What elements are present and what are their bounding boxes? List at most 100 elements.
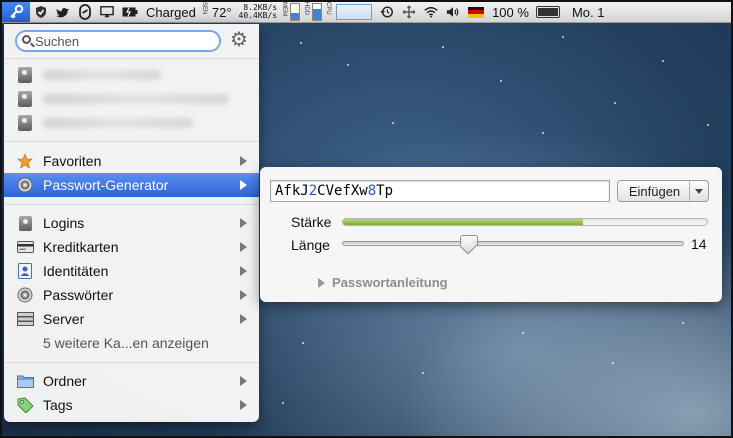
memory-label: MEM: [281, 2, 288, 16]
search-icon: [22, 35, 31, 44]
password-guide-label: Passwortanleitung: [332, 275, 448, 290]
password-digit: 8: [367, 183, 377, 199]
submenu-arrow-icon: [240, 266, 247, 276]
chevron-down-icon: [695, 188, 703, 194]
password-generator-panel: AfkJ 2 CVefXw 8 Tp Einfügen Stärke Länge 14 …: [260, 167, 722, 302]
menu-item-tags[interactable]: Tags: [4, 393, 259, 417]
disk-meter[interactable]: [312, 3, 323, 21]
menu-item-label: Passwort-Generator: [43, 177, 169, 193]
folder-icon: [16, 372, 34, 390]
menu-item-label: Identitäten: [43, 263, 109, 279]
app-status-icon[interactable]: [74, 2, 96, 22]
cpu-graph[interactable]: [336, 4, 373, 20]
bluetooth-move-icon[interactable]: [398, 2, 420, 22]
submenu-arrow-icon: [240, 242, 247, 252]
login-item-icon: [18, 115, 32, 131]
menu-item-label: 5 weitere Ka...en anzeigen: [43, 335, 209, 351]
sensor-label: SEN: [200, 2, 207, 15]
menu-item-label: Server: [43, 311, 85, 327]
menu-item-more-categories[interactable]: 5 weitere Ka...en anzeigen: [4, 331, 259, 355]
menu-item-logins[interactable]: Logins: [4, 211, 259, 235]
password-letters: Tp: [376, 183, 394, 199]
twitter-bird-icon[interactable]: [52, 2, 74, 22]
menu-item-servers[interactable]: Server: [4, 307, 259, 331]
memory-meter[interactable]: [290, 3, 301, 21]
menu-item-password-generator[interactable]: Passwort-Generator: [4, 173, 259, 197]
length-slider-thumb[interactable]: [459, 235, 478, 251]
battery-charge-icon[interactable]: [118, 2, 142, 22]
password-letters: CVefXw: [317, 183, 368, 199]
tag-icon: [16, 396, 34, 414]
checkmark-shield-icon[interactable]: [30, 2, 52, 22]
volume-icon[interactable]: [442, 2, 464, 22]
battery-percent[interactable]: 100 %: [488, 2, 533, 22]
clock[interactable]: Mo. 1: [560, 2, 609, 22]
hdd-label: HDD: [303, 2, 310, 15]
disclosure-triangle-icon: [318, 277, 325, 288]
password-dial-icon: [16, 286, 34, 304]
submenu-arrow-icon: [240, 218, 247, 228]
menu-item-folders[interactable]: Ordner: [4, 369, 259, 393]
submenu-arrow-icon: [240, 376, 247, 386]
submenu-arrow-icon: [240, 400, 247, 410]
network-speed[interactable]: 8.2KB/s 40.4KB/s: [236, 2, 281, 22]
menu-item-credit-cards[interactable]: Kreditkarten: [4, 235, 259, 259]
menu-bar: Charged SEN 72° 8.2KB/s 40.4KB/s MEM HDD…: [2, 2, 731, 23]
recent-login-item[interactable]: [4, 111, 259, 135]
time-machine-icon[interactable]: [376, 2, 398, 22]
separator: [4, 141, 259, 142]
submenu-arrow-icon: [240, 314, 247, 324]
temperature-readout[interactable]: 72°: [208, 2, 236, 22]
1password-menu: ⚙ Favoriten Passwort-Generator: [4, 24, 259, 422]
length-label: Länge: [291, 237, 330, 253]
star-icon: [16, 152, 34, 170]
server-icon: [16, 310, 34, 328]
search-input[interactable]: [35, 33, 215, 49]
blurred-login-text: [43, 94, 229, 104]
menu-item-passwords[interactable]: Passwörter: [4, 283, 259, 307]
menu-item-label: Passwörter: [43, 287, 114, 303]
recent-login-item[interactable]: [4, 87, 259, 111]
dial-icon: [16, 176, 34, 194]
menu-item-label: Logins: [43, 215, 85, 231]
password-guide-disclosure[interactable]: Passwortanleitung: [318, 275, 448, 290]
cpu-label: CPU: [325, 2, 332, 15]
insert-dropdown-button[interactable]: [689, 181, 708, 201]
battery-status-text[interactable]: Charged: [142, 2, 200, 22]
menu-item-label: Tags: [43, 397, 73, 413]
recent-login-item[interactable]: [4, 63, 259, 87]
menu-item-favorites[interactable]: Favoriten: [4, 149, 259, 173]
network-down-speed: 40.4KB/s: [238, 11, 278, 20]
login-icon: [16, 214, 34, 232]
desktop: Charged SEN 72° 8.2KB/s 40.4KB/s MEM HDD…: [0, 0, 733, 438]
strength-meter-fill: [343, 219, 584, 225]
blurred-login-text: [43, 70, 161, 80]
menu-item-label: Ordner: [43, 373, 87, 389]
battery-icon[interactable]: [535, 6, 560, 18]
generated-password-field[interactable]: AfkJ 2 CVefXw 8 Tp: [270, 180, 610, 202]
submenu-arrow-icon: [240, 180, 247, 190]
1password-key-icon[interactable]: [2, 2, 30, 22]
gear-icon[interactable]: ⚙: [229, 30, 249, 50]
password-letters: AfkJ: [275, 183, 309, 199]
insert-button[interactable]: Einfügen: [617, 180, 709, 202]
credit-card-icon: [16, 238, 34, 256]
menu-item-label: Kreditkarten: [43, 239, 119, 255]
length-value: 14: [691, 236, 707, 252]
menu-item-identities[interactable]: Identitäten: [4, 259, 259, 283]
separator: [4, 58, 259, 59]
airplay-icon[interactable]: [96, 2, 118, 22]
strength-label: Stärke: [291, 214, 332, 230]
insert-button-label: Einfügen: [628, 183, 681, 199]
menu-item-label: Favoriten: [43, 153, 102, 169]
search-field[interactable]: [15, 30, 221, 52]
german-flag-icon[interactable]: [468, 6, 485, 18]
length-slider-track[interactable]: [342, 241, 684, 246]
login-item-icon: [18, 67, 32, 83]
wifi-icon[interactable]: [420, 2, 442, 22]
separator: [4, 204, 259, 205]
submenu-arrow-icon: [240, 290, 247, 300]
blurred-login-text: [43, 118, 193, 128]
login-item-icon: [18, 91, 32, 107]
identity-icon: [16, 262, 34, 280]
